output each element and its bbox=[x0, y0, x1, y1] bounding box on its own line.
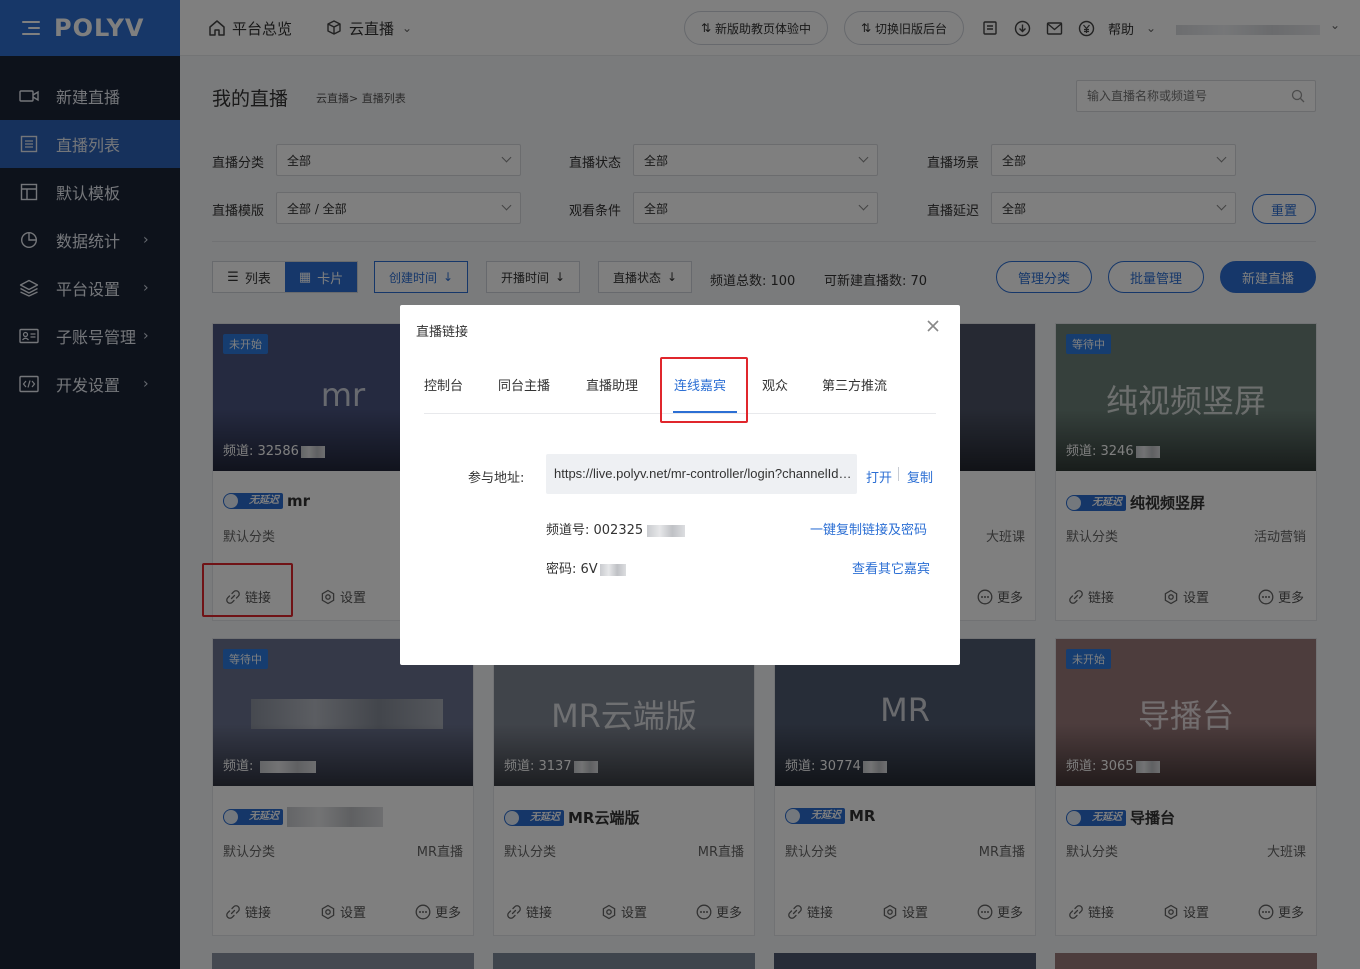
tab-third-party-push[interactable]: 第三方推流 bbox=[822, 375, 887, 394]
copy-link[interactable]: 复制 bbox=[907, 467, 933, 486]
divider bbox=[898, 467, 899, 481]
redacted-text bbox=[647, 524, 686, 537]
password-text: 密码: 6V bbox=[546, 562, 598, 577]
close-icon[interactable] bbox=[926, 319, 940, 333]
join-url-field[interactable]: https://live.polyv.net/mr-controller/log… bbox=[546, 454, 857, 494]
channel-number-text: 频道号: 002325 bbox=[546, 523, 644, 538]
join-address-label: 参与地址: bbox=[468, 471, 525, 486]
channel-number: 频道号: 002325 bbox=[546, 519, 686, 538]
open-link[interactable]: 打开 bbox=[866, 467, 892, 486]
tab-assistant[interactable]: 直播助理 bbox=[586, 375, 638, 394]
live-link-modal: 直播链接 控制台 同台主播 直播助理 连线嘉宾 观众 第三方推流 参与地址: h… bbox=[400, 305, 960, 665]
modal-title: 直播链接 bbox=[416, 325, 469, 340]
password: 密码: 6V bbox=[546, 558, 626, 577]
tab-co-host[interactable]: 同台主播 bbox=[498, 375, 550, 394]
view-other-guests-link[interactable]: 查看其它嘉宾 bbox=[852, 558, 930, 577]
copy-all-link[interactable]: 一键复制链接及密码 bbox=[810, 519, 927, 538]
tab-audience[interactable]: 观众 bbox=[762, 375, 788, 394]
highlight-tab-box bbox=[660, 357, 748, 423]
tab-console[interactable]: 控制台 bbox=[424, 375, 463, 394]
redacted-text bbox=[599, 563, 626, 576]
